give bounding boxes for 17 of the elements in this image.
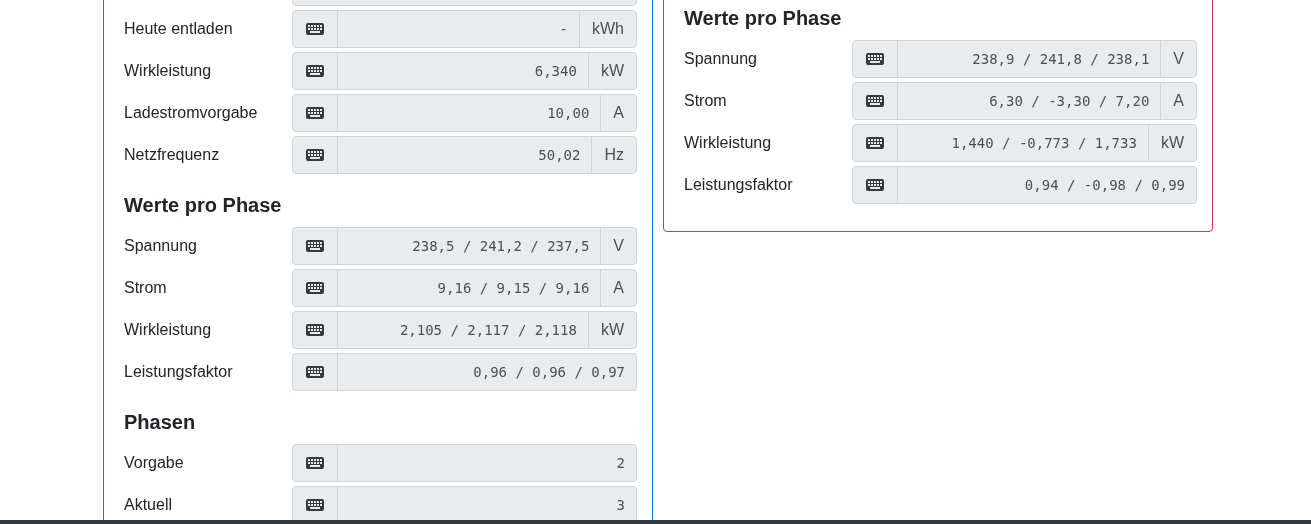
field-label: Ladestromvorgabe (124, 104, 259, 122)
field-label: Heute entladen (124, 20, 234, 38)
field-label: Vorgabe (124, 454, 185, 472)
field-label: Strom (684, 92, 728, 110)
field-label: Leistungsfaktor (124, 363, 234, 381)
field-label: Wirkleistung (124, 321, 213, 339)
field-label: Leistungsfaktor (684, 176, 794, 194)
field-label: Wirkleistung (684, 134, 773, 152)
section-heading: Werte pro Phase (684, 6, 843, 30)
field-label: Wirkleistung (124, 62, 213, 80)
field-label: Strom (124, 279, 168, 297)
section-heading: Phasen (124, 410, 197, 434)
field-label: Spannung (684, 50, 758, 68)
section-heading: Werte pro Phase (124, 193, 283, 217)
field-label: Netzfrequenz (124, 146, 221, 164)
field-label: Spannung (124, 237, 198, 255)
field-label: Aktuell (124, 496, 174, 514)
